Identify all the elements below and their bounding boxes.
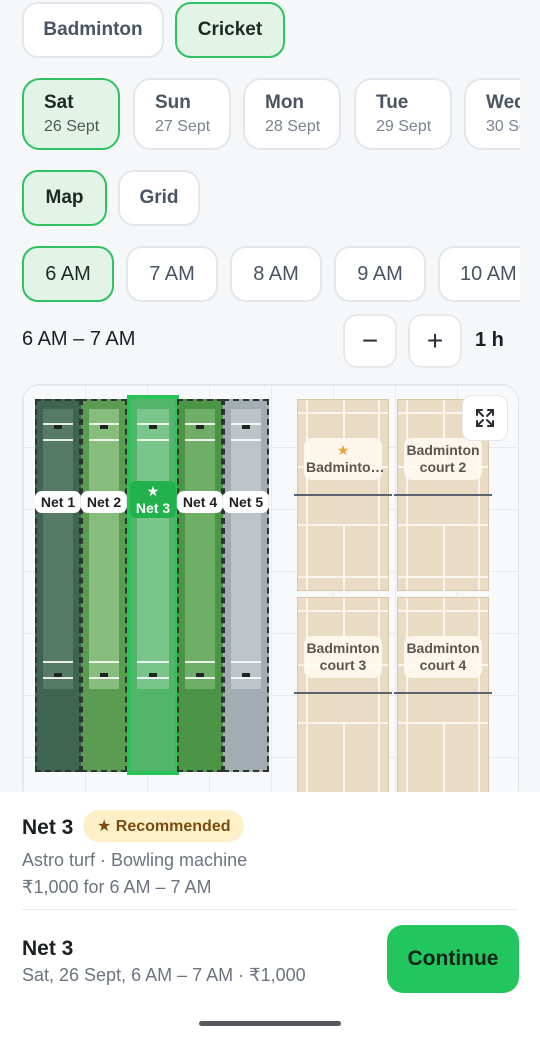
sport-chip-label: Cricket (197, 19, 263, 40)
duration-value: 1 h (475, 329, 504, 351)
net-2[interactable]: Net 2 (80, 399, 128, 772)
plus-icon: + (426, 325, 444, 356)
sport-chip-badminton[interactable]: Badminton (22, 2, 164, 58)
court-net (294, 692, 392, 694)
court-net (394, 494, 492, 496)
day-chip-sat[interactable]: Sat 26 Sept (22, 78, 120, 150)
view-grid-label: Grid (139, 187, 179, 208)
time-chip-8am[interactable]: 8 AM (230, 246, 322, 302)
pitch (137, 409, 169, 689)
time-chip-label: 6 AM (45, 262, 91, 285)
stumps-icon (100, 673, 108, 677)
stumps-icon (149, 673, 157, 677)
selection-sheet: Net 3 ★ Recommended Astro turf · Bowling… (0, 792, 540, 1040)
recommended-badge: ★ Recommended (83, 810, 245, 842)
day-date: 27 Sept (155, 118, 211, 135)
time-chip-label: 10 AM (460, 262, 517, 285)
net-3-label: ★ Net 3 (129, 481, 177, 518)
net-label: Net 3 (135, 500, 171, 516)
time-chip-10am[interactable]: 10 AM (438, 246, 520, 302)
pitch (185, 409, 215, 689)
selected-net-features: Astro turf · Bowling machine (22, 850, 248, 870)
day-chip-wed[interactable]: Wed 30 Sept (464, 78, 520, 150)
stumps-icon (54, 673, 62, 677)
net-4[interactable]: Net 4 (176, 399, 224, 772)
day-chip-mon[interactable]: Mon 28 Sept (243, 78, 341, 150)
court-label: ★ Badminto… (304, 438, 385, 480)
view-map-label: Map (45, 187, 84, 208)
court-label: Badminton court 3 (304, 636, 382, 678)
increase-duration-button[interactable]: + (408, 314, 462, 368)
day-name: Tue (376, 92, 409, 113)
view-map-button[interactable]: Map (22, 170, 107, 226)
stumps-icon (196, 425, 204, 429)
time-chip-9am[interactable]: 9 AM (334, 246, 426, 302)
net-label: Net 2 (80, 491, 128, 513)
net-label: Net 4 (176, 491, 224, 513)
continue-button[interactable]: Continue (387, 925, 519, 993)
time-chip-label: 8 AM (253, 262, 299, 285)
continue-label: Continue (407, 947, 499, 970)
time-chip-7am[interactable]: 7 AM (126, 246, 218, 302)
day-name: Sun (155, 92, 191, 113)
stumps-icon (196, 673, 204, 677)
day-date: 26 Sept (44, 118, 100, 135)
time-chip-6am[interactable]: 6 AM (22, 246, 114, 302)
court-label: Badminton court 2 (404, 438, 482, 480)
day-name: Sat (44, 92, 74, 113)
view-grid-button[interactable]: Grid (118, 170, 200, 226)
sport-chip-label: Badminton (43, 19, 143, 40)
time-range-label: 6 AM – 7 AM (22, 328, 136, 350)
stumps-icon (149, 425, 157, 429)
selected-net-title: Net 3 (22, 816, 74, 839)
time-chip-label: 9 AM (357, 262, 403, 285)
stumps-icon (54, 425, 62, 429)
badminton-court-3[interactable]: Badminton court 3 (294, 597, 392, 798)
badminton-court-1[interactable]: ★ Badminto… (294, 399, 392, 592)
court-net (394, 692, 492, 694)
court-net (294, 494, 392, 496)
net-label: Net 1 (34, 491, 82, 513)
day-chip-tue[interactable]: Tue 29 Sept (354, 78, 452, 150)
star-icon: ★ (336, 442, 350, 458)
pitch (43, 409, 73, 689)
time-chip-label: 7 AM (149, 262, 195, 285)
star-icon: ★ (146, 483, 160, 499)
expand-map-button[interactable] (462, 395, 508, 441)
decrease-duration-button[interactable]: − (343, 314, 397, 368)
booking-summary-title: Net 3 (22, 937, 74, 960)
net-1[interactable]: Net 1 (34, 399, 82, 772)
stumps-icon (242, 673, 250, 677)
day-date: 29 Sept (376, 118, 432, 135)
sport-chip-cricket[interactable]: Cricket (175, 2, 285, 58)
minus-icon: − (361, 325, 379, 356)
divider (22, 909, 518, 910)
net-5[interactable]: Net 5 (222, 399, 270, 772)
home-indicator[interactable] (199, 1021, 341, 1026)
court-label: Badminton court 4 (404, 636, 482, 678)
expand-icon (476, 409, 494, 427)
day-name: Mon (265, 92, 305, 113)
stumps-icon (100, 425, 108, 429)
badminton-court-4[interactable]: Badminton court 4 (394, 597, 492, 798)
net-label: Net 5 (222, 491, 270, 513)
pitch (89, 409, 119, 689)
day-chip-sun[interactable]: Sun 27 Sept (133, 78, 231, 150)
day-date: 28 Sept (265, 118, 321, 135)
net-3[interactable]: ★ Net 3 (127, 395, 179, 775)
stumps-icon (242, 425, 250, 429)
day-name: Wed (486, 92, 520, 113)
selected-net-price: ₹1,000 for 6 AM – 7 AM (22, 877, 212, 897)
booking-summary-details: Sat, 26 Sept, 6 AM – 7 AM · ₹1,000 (22, 965, 306, 985)
pitch (231, 409, 261, 689)
facility-map: Net 1 Net 2 ★ Net 3 Net 4 Net 5 ★ Badmin… (22, 384, 519, 804)
day-date: 30 Sept (486, 118, 520, 135)
